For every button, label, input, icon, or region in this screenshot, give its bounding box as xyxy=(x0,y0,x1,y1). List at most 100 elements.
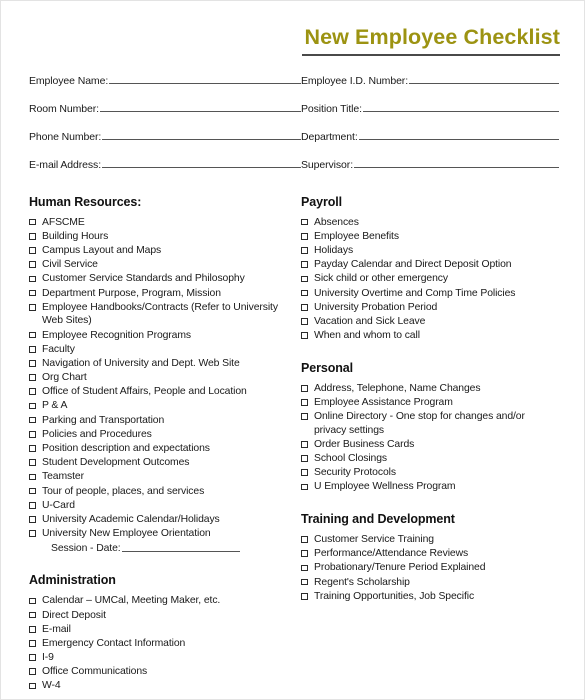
checklist-item[interactable]: Training Opportunities, Job Specific xyxy=(301,590,559,604)
checklist-item[interactable]: Customer Service Training xyxy=(301,533,559,547)
checkbox-icon[interactable] xyxy=(29,625,36,633)
checklist-item[interactable]: Policies and Procedures xyxy=(29,428,301,442)
checkbox-icon[interactable] xyxy=(301,233,308,240)
checklist-item[interactable]: University Overtime and Comp Time Polici… xyxy=(301,287,559,301)
checklist-item[interactable]: Employee Handbooks/Contracts (Refer to U… xyxy=(29,301,301,328)
checklist-item[interactable]: Order Business Cards xyxy=(301,438,559,452)
checkbox-icon[interactable] xyxy=(301,399,308,406)
checklist-item[interactable]: Customer Service Standards and Philosoph… xyxy=(29,272,301,286)
checklist-item[interactable]: Org Chart xyxy=(29,371,301,385)
checkbox-icon[interactable] xyxy=(301,332,308,339)
checklist-item[interactable]: Address, Telephone, Name Changes xyxy=(301,382,559,396)
checkbox-icon[interactable] xyxy=(301,303,308,311)
checkbox-icon[interactable] xyxy=(301,318,308,325)
checkbox-icon[interactable] xyxy=(29,530,36,537)
checkbox-icon[interactable] xyxy=(29,597,36,605)
checklist-item[interactable]: Department Purpose, Program, Mission xyxy=(29,287,301,301)
checkbox-icon[interactable] xyxy=(29,459,36,467)
form-field-input[interactable] xyxy=(102,128,301,140)
checklist-item[interactable]: Emergency Contact Information xyxy=(29,637,301,651)
checklist-item[interactable]: Teamster xyxy=(29,470,301,484)
checklist-item[interactable]: P & A xyxy=(29,399,301,413)
checklist-item[interactable]: Office Communications xyxy=(29,665,301,679)
checkbox-icon[interactable] xyxy=(29,445,36,452)
checklist-item[interactable]: University Academic Calendar/Holidays xyxy=(29,513,301,527)
checklist-item[interactable]: E-mail xyxy=(29,623,301,637)
checklist-item[interactable]: Calendar – UMCal, Meeting Maker, etc. xyxy=(29,594,301,608)
checkbox-icon[interactable] xyxy=(301,564,308,572)
checkbox-icon[interactable] xyxy=(301,536,308,543)
checklist-item[interactable]: Navigation of University and Dept. Web S… xyxy=(29,357,301,371)
form-field-input[interactable] xyxy=(102,156,301,168)
checklist-item[interactable]: Direct Deposit xyxy=(29,609,301,623)
checklist-item[interactable]: Performance/Attendance Reviews xyxy=(301,547,559,561)
checkbox-icon[interactable] xyxy=(301,289,308,297)
checklist-item[interactable]: Employee Benefits xyxy=(301,230,559,244)
checklist-item[interactable]: Faculty xyxy=(29,343,301,357)
checklist-item[interactable]: I-9 xyxy=(29,651,301,665)
checklist-item[interactable]: Security Protocols xyxy=(301,466,559,480)
form-field-input[interactable] xyxy=(109,72,301,84)
checkbox-icon[interactable] xyxy=(29,431,36,438)
checklist-item[interactable]: Building Hours xyxy=(29,230,301,244)
checkbox-icon[interactable] xyxy=(301,247,308,254)
checklist-item[interactable]: When and whom to call xyxy=(301,329,559,343)
checklist-item-subfield-input[interactable] xyxy=(121,541,240,552)
checklist-item[interactable]: U Employee Wellness Program xyxy=(301,480,559,494)
checklist-item[interactable]: W-4 xyxy=(29,679,301,693)
checkbox-icon[interactable] xyxy=(301,413,308,420)
checkbox-icon[interactable] xyxy=(29,611,36,619)
form-field-input[interactable] xyxy=(409,72,559,84)
checklist-item[interactable]: Position description and expectations xyxy=(29,442,301,456)
checkbox-icon[interactable] xyxy=(29,682,36,690)
checklist-item[interactable]: Payday Calendar and Direct Deposit Optio… xyxy=(301,258,559,272)
form-field-input[interactable] xyxy=(362,100,559,112)
checkbox-icon[interactable] xyxy=(301,592,308,600)
checkbox-icon[interactable] xyxy=(29,218,36,226)
checklist-item[interactable]: Probationary/Tenure Period Explained xyxy=(301,561,559,575)
form-field-input[interactable] xyxy=(100,100,301,112)
checkbox-icon[interactable] xyxy=(29,374,36,381)
checklist-item[interactable]: Online Directory - One stop for changes … xyxy=(301,410,559,437)
checkbox-icon[interactable] xyxy=(301,441,308,448)
checklist-item[interactable]: Employee Assistance Program xyxy=(301,396,559,410)
checklist-item[interactable]: Vacation and Sick Leave xyxy=(301,315,559,329)
checkbox-icon[interactable] xyxy=(301,455,308,462)
checkbox-icon[interactable] xyxy=(29,233,36,240)
checklist-item[interactable]: Civil Service xyxy=(29,258,301,272)
checklist-item[interactable]: U-Card xyxy=(29,499,301,513)
checkbox-icon[interactable] xyxy=(301,578,308,586)
checkbox-icon[interactable] xyxy=(29,501,36,509)
checkbox-icon[interactable] xyxy=(301,550,308,558)
checkbox-icon[interactable] xyxy=(29,360,36,367)
checkbox-icon[interactable] xyxy=(29,289,36,297)
checkbox-icon[interactable] xyxy=(29,416,36,424)
checklist-item[interactable]: Sick child or other emergency xyxy=(301,272,559,286)
checkbox-icon[interactable] xyxy=(29,331,36,339)
checklist-item[interactable]: Tour of people, places, and services xyxy=(29,485,301,499)
checkbox-icon[interactable] xyxy=(29,345,36,353)
checklist-item[interactable]: Regent's Scholarship xyxy=(301,576,559,590)
checkbox-icon[interactable] xyxy=(29,473,36,481)
checklist-item[interactable]: Employee Recognition Programs xyxy=(29,329,301,343)
checklist-item[interactable]: University New Employee Orientation Sessi… xyxy=(29,527,301,555)
checklist-item[interactable]: Absences xyxy=(301,216,559,230)
checkbox-icon[interactable] xyxy=(29,668,36,676)
form-field-input[interactable] xyxy=(358,128,559,140)
checklist-item[interactable]: Student Development Outcomes xyxy=(29,456,301,470)
checkbox-icon[interactable] xyxy=(301,261,308,268)
checkbox-icon[interactable] xyxy=(301,384,308,392)
form-field-input[interactable] xyxy=(354,156,559,168)
checklist-item[interactable]: Parking and Transportation xyxy=(29,414,301,428)
checkbox-icon[interactable] xyxy=(301,275,308,283)
checklist-item[interactable]: AFSCME xyxy=(29,216,301,230)
checklist-item[interactable]: School Closings xyxy=(301,452,559,466)
checkbox-icon[interactable] xyxy=(29,247,36,254)
checkbox-icon[interactable] xyxy=(29,640,36,647)
checkbox-icon[interactable] xyxy=(301,483,308,491)
checkbox-icon[interactable] xyxy=(29,303,36,311)
checklist-item[interactable]: Holidays xyxy=(301,244,559,258)
checklist-item[interactable]: University Probation Period xyxy=(301,301,559,315)
checkbox-icon[interactable] xyxy=(29,487,36,495)
checkbox-icon[interactable] xyxy=(29,654,36,661)
